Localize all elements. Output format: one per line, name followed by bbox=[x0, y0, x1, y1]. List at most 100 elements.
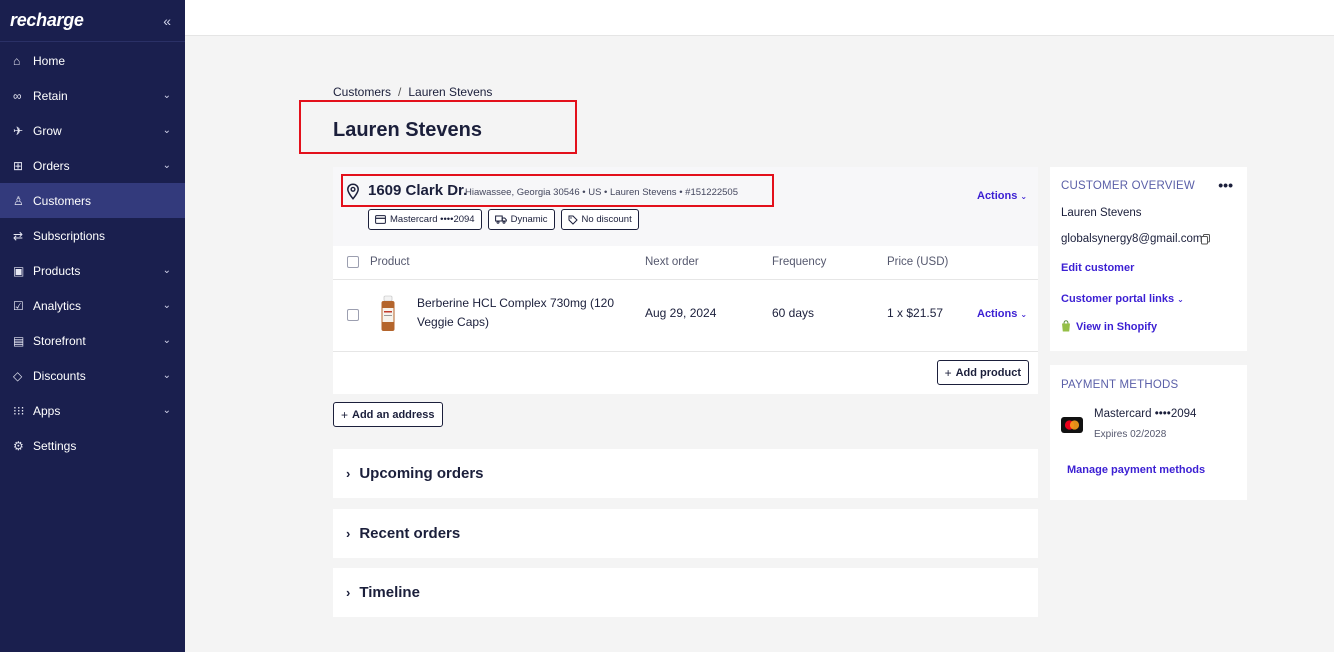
sidebar-item-label: Apps bbox=[33, 403, 61, 418]
chevron-down-icon[interactable]: ⌄ bbox=[163, 160, 171, 171]
timeline-label: Timeline bbox=[359, 584, 420, 601]
sidebar-item-label: Customers bbox=[33, 193, 92, 208]
sidebar-item-retain[interactable]: ∞ Retain ⌄ bbox=[0, 78, 185, 113]
row-actions-button[interactable]: Actions ⌄ bbox=[977, 308, 1027, 320]
upcoming-orders-section[interactable]: › Upcoming orders bbox=[333, 449, 1038, 498]
header-next-order: Next order bbox=[645, 256, 699, 268]
row-actions-label: Actions bbox=[977, 308, 1018, 320]
collapse-sidebar-icon[interactable]: « bbox=[163, 13, 171, 29]
more-options-icon[interactable]: ••• bbox=[1218, 177, 1233, 193]
product-name-line1[interactable]: Berberine HCL Complex 730mg (120 bbox=[417, 296, 614, 310]
payment-methods-heading: PAYMENT METHODS bbox=[1061, 379, 1179, 391]
chevron-down-icon[interactable]: ⌄ bbox=[163, 265, 171, 276]
table-row: Berberine HCL Complex 730mg (120 Veggie … bbox=[333, 280, 1038, 352]
add-product-label: Add product bbox=[955, 366, 1021, 379]
recent-orders-label: Recent orders bbox=[359, 525, 461, 542]
chevron-down-icon[interactable]: ⌄ bbox=[163, 125, 171, 136]
payment-methods-panel: PAYMENT METHODS Mastercard ••••2094 Expi… bbox=[1050, 365, 1247, 500]
customer-email: globalsynergy8@gmail.com bbox=[1061, 233, 1203, 245]
add-address-label: Add an address bbox=[352, 408, 435, 421]
sidebar-item-subscriptions[interactable]: ⇄ Subscriptions bbox=[0, 218, 185, 253]
sidebar-item-discounts[interactable]: ◇ Discounts ⌄ bbox=[0, 358, 185, 393]
address-actions-button[interactable]: Actions ⌄ bbox=[977, 190, 1027, 202]
tag-icon: ◇ bbox=[13, 368, 23, 383]
card-label: Mastercard ••••2094 bbox=[1094, 408, 1197, 420]
breadcrumb-current: Lauren Stevens bbox=[408, 85, 493, 99]
infinity-icon: ∞ bbox=[13, 88, 22, 103]
sidebar-item-analytics[interactable]: ☑ Analytics ⌄ bbox=[0, 288, 185, 323]
chevron-down-icon: ⌄ bbox=[1020, 192, 1028, 201]
brand-bar: recharge « bbox=[0, 0, 185, 42]
recharge-logo: recharge bbox=[10, 10, 84, 30]
sidebar-item-label: Analytics bbox=[33, 298, 82, 313]
sidebar-item-storefront[interactable]: ▤ Storefront ⌄ bbox=[0, 323, 185, 358]
header-product: Product bbox=[370, 256, 410, 268]
next-order-date: Aug 29, 2024 bbox=[645, 306, 717, 320]
chevron-right-icon: › bbox=[346, 526, 351, 541]
payment-chip[interactable]: Mastercard ••••2094 bbox=[368, 209, 482, 230]
sidebar-item-products[interactable]: ▣ Products ⌄ bbox=[0, 253, 185, 288]
sidebar-item-label: Grow bbox=[33, 123, 62, 138]
sidebar-item-orders[interactable]: ⊞ Orders ⌄ bbox=[0, 148, 185, 183]
payment-chip-label: Mastercard ••••2094 bbox=[390, 214, 475, 225]
card-expiry: Expires 02/2028 bbox=[1094, 429, 1167, 440]
sidebar-item-label: Storefront bbox=[33, 333, 86, 348]
chevron-down-icon[interactable]: ⌄ bbox=[163, 335, 171, 346]
upcoming-orders-label: Upcoming orders bbox=[359, 465, 484, 482]
sidebar-item-settings[interactable]: ⚙ Settings bbox=[0, 428, 185, 463]
add-product-button[interactable]: + Add product bbox=[936, 360, 1029, 385]
chevron-down-icon[interactable]: ⌄ bbox=[163, 370, 171, 381]
sidebar-item-label: Products bbox=[33, 263, 81, 278]
top-bar bbox=[185, 0, 1334, 36]
sidebar-item-label: Discounts bbox=[33, 368, 86, 383]
store-icon: ▤ bbox=[13, 333, 25, 348]
chevron-down-icon: ⌄ bbox=[1177, 295, 1184, 304]
breadcrumb-customers-link[interactable]: Customers bbox=[333, 85, 391, 99]
price-value: 1 x $21.57 bbox=[887, 306, 944, 320]
sidebar: recharge « ⌂ Home ∞ Retain ⌄ ✈ Grow ⌄ ⊞ Orders ⌄ ♙ C… bbox=[0, 0, 185, 652]
discount-chip-label: No discount bbox=[581, 214, 632, 225]
breadcrumb: Customers / Lauren Stevens bbox=[333, 85, 492, 99]
copy-icon[interactable] bbox=[1201, 234, 1210, 245]
customer-overview-heading: CUSTOMER OVERVIEW bbox=[1061, 180, 1195, 192]
header-price: Price (USD) bbox=[887, 256, 949, 268]
chevron-down-icon[interactable]: ⌄ bbox=[163, 300, 171, 311]
sidebar-item-home[interactable]: ⌂ Home bbox=[0, 43, 185, 78]
breadcrumb-separator: / bbox=[398, 85, 402, 99]
address-actions-label: Actions bbox=[977, 190, 1018, 202]
sidebar-item-grow[interactable]: ✈ Grow ⌄ bbox=[0, 113, 185, 148]
frequency-value: 60 days bbox=[772, 306, 815, 320]
mastercard-icon bbox=[1061, 417, 1083, 433]
customer-overview-panel: CUSTOMER OVERVIEW ••• Lauren Stevens glo… bbox=[1050, 167, 1247, 351]
plus-icon: + bbox=[944, 365, 952, 380]
sidebar-item-label: Subscriptions bbox=[33, 228, 106, 243]
shipping-chip[interactable]: Dynamic bbox=[487, 209, 555, 230]
select-all-checkbox[interactable] bbox=[347, 256, 359, 268]
sidebar-item-apps[interactable]: ⁝⁝⁝ Apps ⌄ bbox=[0, 393, 185, 428]
chevron-right-icon: › bbox=[346, 466, 351, 481]
chevron-down-icon[interactable]: ⌄ bbox=[163, 405, 171, 416]
address-highlight-box bbox=[341, 174, 774, 207]
discount-chip[interactable]: No discount bbox=[560, 209, 639, 230]
view-in-shopify-link[interactable]: View in Shopify bbox=[1076, 321, 1157, 333]
sidebar-item-customers[interactable]: ♙ Customers bbox=[0, 183, 185, 218]
recent-orders-section[interactable]: › Recent orders bbox=[333, 509, 1038, 558]
product-name-line2[interactable]: Veggie Caps) bbox=[417, 315, 489, 329]
manage-payment-methods-link[interactable]: Manage payment methods bbox=[1067, 464, 1205, 476]
truck-icon bbox=[494, 215, 507, 224]
timeline-section[interactable]: › Timeline bbox=[333, 568, 1038, 617]
row-checkbox[interactable] bbox=[347, 309, 359, 321]
grid-icon: ⁝⁝⁝ bbox=[13, 403, 25, 418]
add-address-button[interactable]: + Add an address bbox=[333, 402, 443, 427]
chevron-down-icon[interactable]: ⌄ bbox=[163, 90, 171, 101]
shopify-bag-icon bbox=[1062, 320, 1070, 332]
address-chips: Mastercard ••••2094 Dynamic No discount bbox=[368, 209, 639, 230]
rocket-icon: ✈ bbox=[13, 123, 24, 138]
sidebar-item-label: Home bbox=[33, 53, 66, 68]
chart-icon: ☑ bbox=[13, 298, 24, 313]
chevron-right-icon: › bbox=[346, 585, 351, 600]
home-icon: ⌂ bbox=[13, 53, 21, 68]
sidebar-item-label: Settings bbox=[33, 438, 77, 453]
edit-customer-link[interactable]: Edit customer bbox=[1061, 262, 1134, 274]
customer-portal-links-button[interactable]: Customer portal links ⌄ bbox=[1061, 293, 1184, 305]
